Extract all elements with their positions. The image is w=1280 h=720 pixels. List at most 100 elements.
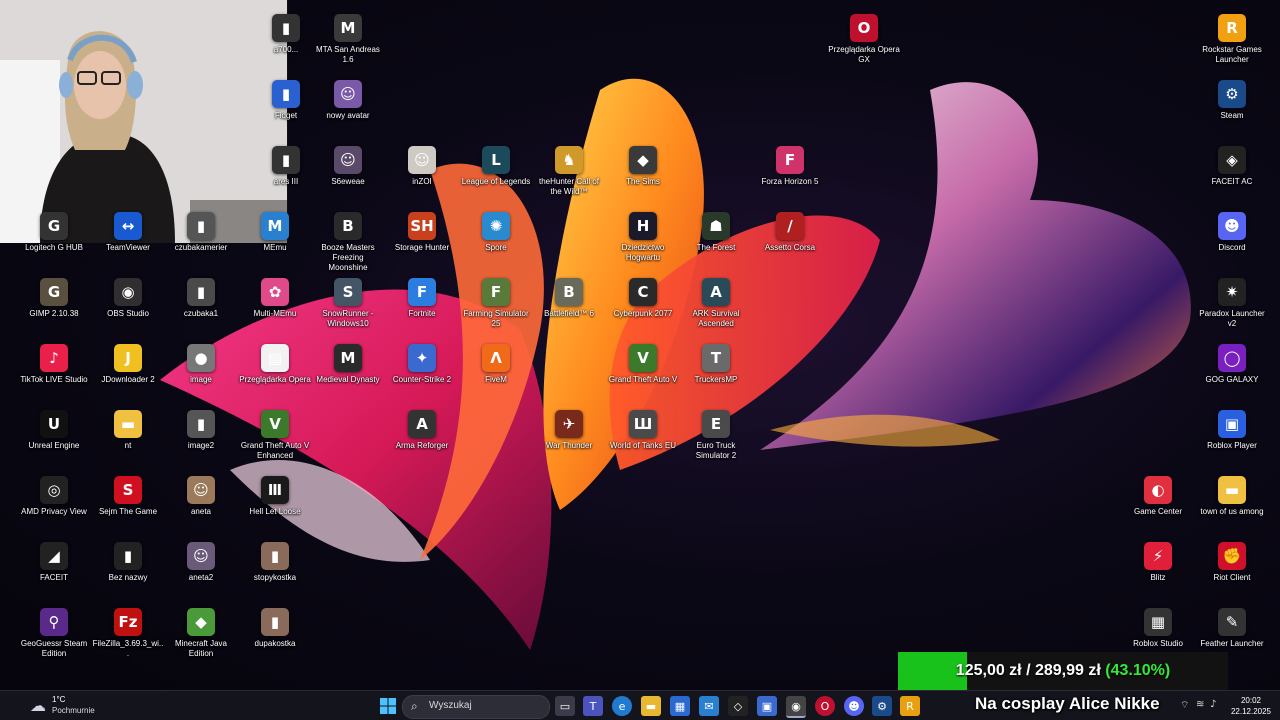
desktop-icon-sejm[interactable]: S Sejm The Game: [92, 476, 164, 517]
desktop-icon-ares3[interactable]: ▮ ares III: [250, 146, 322, 187]
desktop-icon-cyberpunk[interactable]: C Cyberpunk 2077: [607, 278, 679, 319]
amd-privacy-icon: ◎: [40, 476, 68, 504]
paradox-icon: ✷: [1218, 278, 1246, 306]
desktop-icon-riot[interactable]: ✊ Riot Client: [1196, 542, 1268, 583]
desktop-icon-s6eweae[interactable]: ☺ S6eweae: [312, 146, 384, 187]
desktop-icon-dziedzictwo[interactable]: H Dziedzictwo Hogwartu: [607, 212, 679, 263]
desktop-icon-thehunter[interactable]: ♞ theHunter Call of the Wild™: [533, 146, 605, 197]
desktop-icon-jdownloader[interactable]: J JDownloader 2: [92, 344, 164, 385]
desktop-icon-faceit[interactable]: ◢ FACEIT: [18, 542, 90, 583]
desktop-icon-lol[interactable]: L League of Legends: [460, 146, 532, 187]
desktop-icon-label: Sejm The Game: [98, 507, 158, 516]
gimp-icon: G: [40, 278, 68, 306]
desktop-icon-town-of-us[interactable]: ▬ town of us among: [1196, 476, 1268, 517]
rockstar-taskbar-icon[interactable]: R: [900, 696, 920, 716]
steam-taskbar-icon[interactable]: ⚙: [872, 696, 892, 716]
desktop-icon-amd-privacy[interactable]: ◎ AMD Privacy View: [18, 476, 90, 517]
desktop-icon-nowy-avatar[interactable]: ☺ nowy avatar: [312, 80, 384, 121]
desktop-icon-war-thunder[interactable]: ✈ War Thunder: [533, 410, 605, 451]
desktop-icon-a700[interactable]: ▮ a700...: [250, 14, 322, 55]
volume-icon[interactable]: ♪: [1210, 699, 1216, 710]
desktop-icon-image[interactable]: ● image: [165, 344, 237, 385]
desktop-icon-rockstar[interactable]: R Rockstar Games Launcher: [1196, 14, 1268, 65]
desktop-icon-czubaka1[interactable]: ▮ czubaka1: [165, 278, 237, 319]
start-button[interactable]: [378, 696, 398, 716]
desktop-icon-przegladarka-opera-doc[interactable]: ▤ Przeglądarka Opera: [239, 344, 311, 385]
desktop-icon-arma[interactable]: A Arma Reforger: [386, 410, 458, 451]
desktop-icon-memu[interactable]: M MEmu: [239, 212, 311, 253]
taskbar-clock[interactable]: 20:02 22.12.2025: [1226, 695, 1276, 717]
desktop-icon-euro-truck[interactable]: E Euro Truck Simulator 2: [680, 410, 752, 461]
network-icon[interactable]: ⌔: [1180, 699, 1189, 712]
desktop-icon-inzoi[interactable]: ☺ inZOI: [386, 146, 458, 187]
desktop-icon-storage-hunter[interactable]: SH Storage Hunter: [386, 212, 458, 253]
capcut-icon[interactable]: ◇: [728, 696, 748, 716]
desktop-icon-farming[interactable]: F Farming Simulator 25: [460, 278, 532, 329]
wifi-icon[interactable]: ≋: [1196, 699, 1204, 710]
desktop-icon-fidget[interactable]: ▮ Fidget: [250, 80, 322, 121]
desktop-icon-fivem[interactable]: Λ FiveM: [460, 344, 532, 385]
desktop-icon-aneta2[interactable]: ☺ aneta2: [165, 542, 237, 583]
opera-gx-taskbar-icon[interactable]: O: [815, 696, 835, 716]
desktop-icon-booze[interactable]: B Booze Masters Freezing Moonshine: [312, 212, 384, 273]
desktop-icon-gta5[interactable]: V Grand Theft Auto V: [607, 344, 679, 385]
desktop-icon-tiktok[interactable]: ♪ TikTok LIVE Studio: [18, 344, 90, 385]
webcam-person-illustration: [0, 0, 287, 243]
forza-icon: F: [776, 146, 804, 174]
discord-taskbar-icon[interactable]: ☻: [844, 696, 864, 716]
desktop-icon-fortnite[interactable]: F Fortnite: [386, 278, 458, 319]
desktop-icon-mta[interactable]: M MTA San Andreas 1.6: [312, 14, 384, 65]
microsoft-store-icon[interactable]: ▦: [670, 696, 690, 716]
desktop-icon-aneta[interactable]: ☺ aneta: [165, 476, 237, 517]
teams-icon[interactable]: T: [583, 696, 603, 716]
desktop-icon-paradox[interactable]: ✷ Paradox Launcher v2: [1196, 278, 1268, 329]
desktop-icon-gta5-enh[interactable]: V Grand Theft Auto V Enhanced: [239, 410, 311, 461]
obs-taskbar-icon[interactable]: ◉: [786, 696, 806, 718]
task-view-icon[interactable]: ▭: [555, 696, 575, 716]
desktop-icon-hell-let-loose[interactable]: Ⅲ Hell Let Loose: [239, 476, 311, 517]
desktop-icon-image2[interactable]: ▮ image2: [165, 410, 237, 451]
desktop-icon-snowrunner[interactable]: S SnowRunner - Windows10: [312, 278, 384, 329]
desktop-icon-counter-strike[interactable]: ✦ Counter-Strike 2: [386, 344, 458, 385]
desktop-icon-faceit-ac[interactable]: ◈ FACEIT AC: [1196, 146, 1268, 187]
desktop-icon-the-forest[interactable]: ☗ The Forest: [680, 212, 752, 253]
app-window-icon[interactable]: ▣: [757, 696, 777, 716]
edge-icon[interactable]: e: [612, 696, 632, 716]
desktop[interactable]: M MTA San Andreas 1.6 ☺ nowy avatar ☺ S6eweae…: [0, 0, 1280, 720]
desktop-icon-roblox-player[interactable]: ▣ Roblox Player: [1196, 410, 1268, 451]
desktop-icon-ark[interactable]: A ARK Survival Ascended: [680, 278, 752, 329]
desktop-icon-roblox-studio[interactable]: ▦ Roblox Studio: [1122, 608, 1194, 649]
taskbar-search[interactable]: ⌕ Wyszukaj: [402, 695, 550, 719]
desktop-icon-world-of-tanks[interactable]: Ш World of Tanks EU: [607, 410, 679, 451]
desktop-icon-filezilla[interactable]: Fz FileZilla_3.69.3_wi...: [92, 608, 164, 659]
desktop-icon-obs[interactable]: ◉ OBS Studio: [92, 278, 164, 319]
desktop-icon-opera-gx[interactable]: O Przeglądarka Opera GX: [828, 14, 900, 65]
file-explorer-icon[interactable]: ▬: [641, 696, 661, 716]
desktop-icon-steam[interactable]: ⚙ Steam: [1196, 80, 1268, 121]
desktop-icon-medieval-dynasty[interactable]: M Medieval Dynasty: [312, 344, 384, 385]
desktop-icon-the-sims[interactable]: ◆ The Sims: [607, 146, 679, 187]
desktop-icon-gog[interactable]: ◯ GOG GALAXY: [1196, 344, 1268, 385]
desktop-icon-logitech[interactable]: G Logitech G HUB: [18, 212, 90, 253]
desktop-icon-unreal[interactable]: U Unreal Engine: [18, 410, 90, 451]
desktop-icon-battlefield[interactable]: B Battlefield™ 6: [533, 278, 605, 319]
desktop-icon-multi-memu[interactable]: ✿ Multi-MEmu: [239, 278, 311, 319]
desktop-icon-truckersmp[interactable]: T TruckersMP: [680, 344, 752, 385]
desktop-icon-spore[interactable]: ✺ Spore: [460, 212, 532, 253]
desktop-icon-minecraft[interactable]: ◆ Minecraft Java Edition: [165, 608, 237, 659]
desktop-icon-czubakamerier[interactable]: ▮ czubakamerier: [165, 212, 237, 253]
desktop-icon-stopykostka[interactable]: ▮ stopykostka: [239, 542, 311, 583]
desktop-icon-dupakostka[interactable]: ▮ dupakostka: [239, 608, 311, 649]
mail-icon[interactable]: ✉: [699, 696, 719, 716]
desktop-icon-game-center[interactable]: ◐ Game Center: [1122, 476, 1194, 517]
desktop-icon-discord[interactable]: ☻ Discord: [1196, 212, 1268, 253]
desktop-icon-teamviewer[interactable]: ↔ TeamViewer: [92, 212, 164, 253]
desktop-icon-gimp[interactable]: G GIMP 2.10.38: [18, 278, 90, 319]
desktop-icon-assetto[interactable]: ∕ Assetto Corsa: [754, 212, 826, 253]
desktop-icon-forza[interactable]: F Forza Horizon 5: [754, 146, 826, 187]
desktop-icon-nt[interactable]: ▬ nt: [92, 410, 164, 451]
desktop-icon-blitz[interactable]: ⚡ Blitz: [1122, 542, 1194, 583]
desktop-icon-geoguessr[interactable]: ⚲ GeoGuessr Steam Edition: [18, 608, 90, 659]
desktop-icon-bez-nazwy[interactable]: ▮ Bez nazwy: [92, 542, 164, 583]
desktop-icon-feather[interactable]: ✎ Feather Launcher: [1196, 608, 1268, 649]
